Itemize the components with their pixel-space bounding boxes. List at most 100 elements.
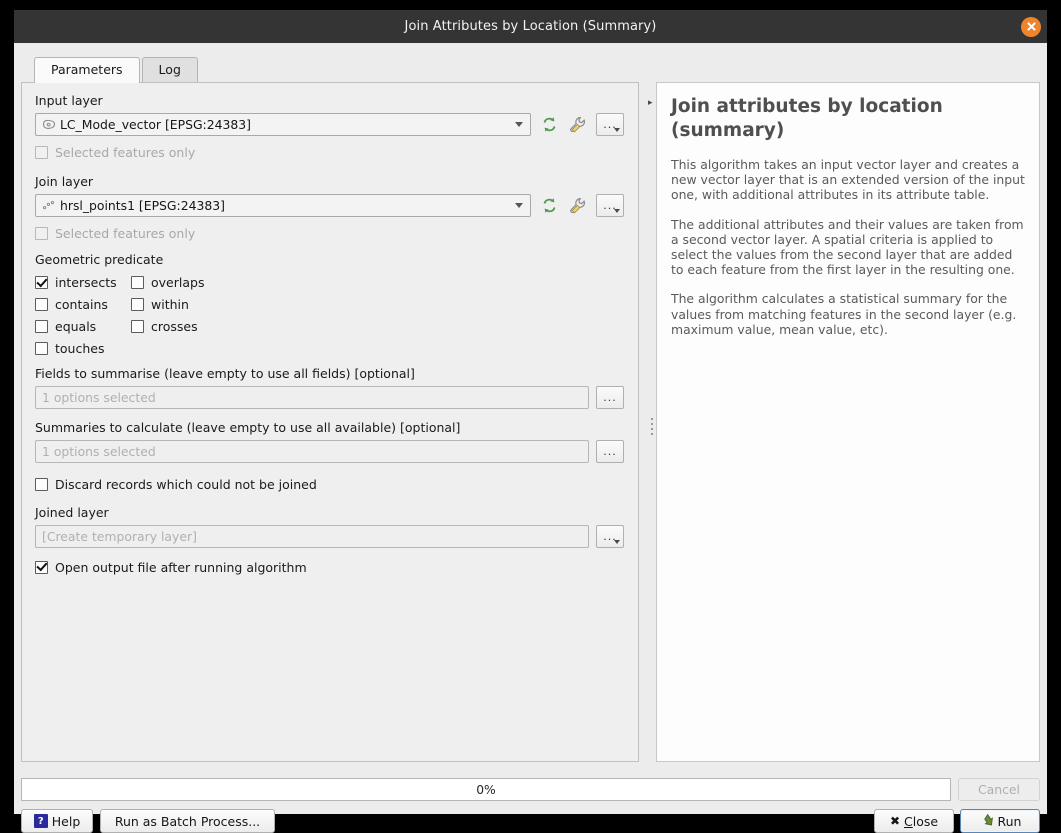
tab-log[interactable]: Log [141, 57, 198, 83]
predicate-crosses-checkbox[interactable] [131, 320, 144, 333]
predicate-row: equals crosses [35, 319, 624, 334]
predicate-overlaps[interactable]: overlaps [131, 275, 227, 290]
dialog-body: Parameters Log Input layer LC_Mode_vecto… [14, 43, 1047, 833]
joined-layer-input[interactable]: [Create temporary layer] [35, 525, 589, 548]
window-title: Join Attributes by Location (Summary) [404, 19, 657, 34]
predicate-touches-checkbox[interactable] [35, 342, 48, 355]
summaries-to-calculate-label: Summaries to calculate (leave empty to u… [35, 420, 461, 435]
run-as-batch-label: Run as Batch Process... [114, 813, 261, 829]
predicate-touches-label: touches [55, 341, 105, 356]
predicate-contains-checkbox[interactable] [35, 298, 48, 311]
refresh-icon[interactable] [538, 195, 560, 217]
join-layer-value: hrsl_points1 [EPSG:24383] [60, 198, 225, 213]
join-selected-features-only-checkbox[interactable] [35, 226, 48, 240]
join-layer-row: hrsl_points1 [EPSG:24383] ... [35, 194, 624, 217]
chevron-down-icon [614, 209, 620, 213]
discard-records-row[interactable]: Discard records which could not be joine… [35, 474, 624, 494]
predicate-row: intersects overlaps [35, 275, 624, 290]
polygon-layer-icon [42, 119, 56, 130]
predicate-within-checkbox[interactable] [131, 298, 144, 311]
joined-layer-row: [Create temporary layer] ... [35, 525, 624, 548]
joined-layer-value: [Create temporary layer] [42, 529, 197, 544]
input-layer-combo[interactable]: LC_Mode_vector [EPSG:24383] [35, 113, 531, 136]
fields-to-summarise-input[interactable]: 1 options selected [35, 386, 589, 409]
close-button[interactable]: ✖ Close [874, 809, 954, 833]
wrench-icon[interactable] [567, 195, 589, 217]
join-layer-combo[interactable]: hrsl_points1 [EPSG:24383] [35, 194, 531, 217]
run-button[interactable]: Run [960, 809, 1040, 833]
fields-to-summarise-label: Fields to summarise (leave empty to use … [35, 366, 415, 381]
cancel-button-label: Cancel [978, 782, 1020, 797]
tab-bar: Parameters Log [34, 57, 198, 83]
predicate-equals-label: equals [55, 319, 97, 334]
discard-records-checkbox[interactable] [35, 477, 48, 491]
tab-parameters[interactable]: Parameters [34, 57, 140, 83]
tab-parameters-label: Parameters [51, 62, 123, 77]
run-as-batch-button[interactable]: Run as Batch Process... [100, 809, 275, 833]
dialog-window: Join Attributes by Location (Summary) Pa… [0, 0, 1061, 833]
progress-bar-label: 0% [476, 782, 496, 797]
join-selected-features-only-row[interactable]: Selected features only [35, 223, 624, 243]
chevron-down-icon [515, 203, 523, 208]
input-layer-value: LC_Mode_vector [EPSG:24383] [60, 117, 251, 132]
predicate-within[interactable]: within [131, 297, 227, 312]
open-output-row[interactable]: Open output file after running algorithm [35, 557, 624, 577]
panel-splitter[interactable] [651, 418, 654, 440]
chevron-down-icon [614, 128, 620, 132]
input-selected-features-only-label: Selected features only [55, 144, 196, 160]
help-button-label: Help [51, 813, 81, 829]
title-bar: Join Attributes by Location (Summary) [14, 10, 1047, 43]
progress-bar: 0% [21, 778, 951, 801]
help-panel: Join attributes by location (summary) Th… [656, 82, 1040, 762]
summaries-to-calculate-row: 1 options selected ... [35, 440, 624, 463]
fields-to-summarise-row: 1 options selected ... [35, 386, 624, 409]
input-layer-more-button[interactable]: ... [596, 113, 624, 136]
predicate-intersects[interactable]: intersects [35, 275, 131, 290]
geometric-predicate-group: intersects overlaps contains within equa… [35, 275, 624, 356]
fields-to-summarise-value: 1 options selected [42, 390, 156, 405]
summaries-to-calculate-value: 1 options selected [42, 444, 156, 459]
wrench-icon[interactable] [567, 114, 589, 136]
predicate-intersects-label: intersects [55, 275, 117, 290]
predicate-intersects-checkbox[interactable] [35, 276, 48, 289]
summaries-to-calculate-input[interactable]: 1 options selected [35, 440, 589, 463]
input-layer-label: Input layer [35, 93, 103, 108]
predicate-overlaps-checkbox[interactable] [131, 276, 144, 289]
fields-to-summarise-more-label: ... [603, 391, 617, 404]
predicate-overlaps-label: overlaps [151, 275, 205, 290]
chevron-down-icon [515, 122, 523, 127]
join-layer-more-button[interactable]: ... [596, 194, 624, 217]
joined-layer-more-button[interactable]: ... [596, 525, 624, 548]
join-layer-label: Join layer [35, 174, 94, 189]
help-title: Join attributes by location (summary) [671, 96, 943, 141]
joined-layer-label: Joined layer [35, 505, 109, 520]
input-layer-row: LC_Mode_vector [EPSG:24383] ... [35, 113, 624, 136]
fields-to-summarise-more-button[interactable]: ... [596, 386, 624, 409]
summaries-to-calculate-more-button[interactable]: ... [596, 440, 624, 463]
help-button[interactable]: ? Help [21, 809, 93, 833]
discard-records-label: Discard records which could not be joine… [55, 476, 317, 492]
refresh-icon[interactable] [538, 114, 560, 136]
summaries-to-calculate-more-label: ... [603, 445, 617, 458]
predicate-crosses[interactable]: crosses [131, 319, 227, 334]
chevron-down-icon [614, 540, 620, 544]
close-icon[interactable] [1021, 16, 1041, 37]
geometric-predicate-label: Geometric predicate [35, 252, 164, 267]
tab-log-label: Log [158, 62, 181, 77]
close-button-label: Close [904, 813, 939, 829]
predicate-equals-checkbox[interactable] [35, 320, 48, 333]
predicate-within-label: within [151, 297, 189, 312]
parameters-panel: Input layer LC_Mode_vector [EPSG:24383] [21, 82, 639, 762]
predicate-contains-label: contains [55, 297, 108, 312]
input-selected-features-only-checkbox[interactable] [35, 145, 48, 159]
predicate-contains[interactable]: contains [35, 297, 131, 312]
predicate-touches[interactable]: touches [35, 341, 131, 356]
run-arrow-icon [979, 814, 994, 828]
predicate-row: touches [35, 341, 624, 356]
question-mark-icon: ? [33, 814, 48, 828]
predicate-equals[interactable]: equals [35, 319, 131, 334]
help-paragraph: The algorithm calculates a statistical s… [671, 291, 1017, 337]
input-selected-features-only-row[interactable]: Selected features only [35, 142, 624, 162]
help-paragraph: This algorithm takes an input vector lay… [671, 157, 1025, 203]
open-output-checkbox[interactable] [35, 560, 48, 574]
